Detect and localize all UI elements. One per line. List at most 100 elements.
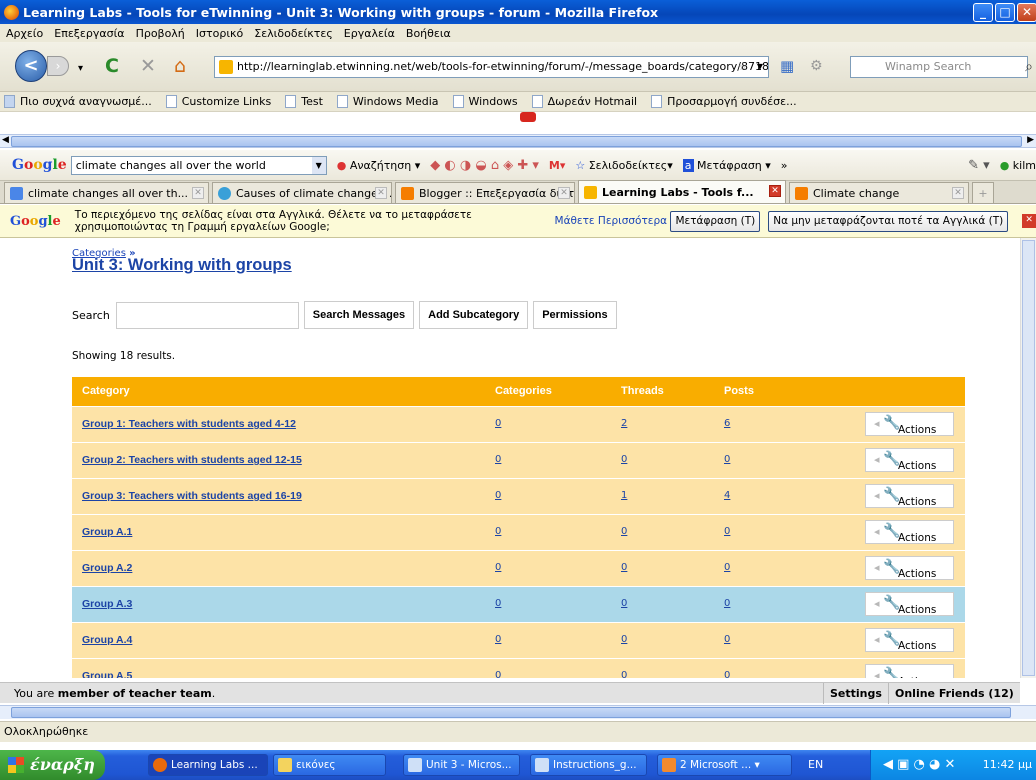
close-infobar-icon[interactable]: ✕: [1022, 214, 1036, 228]
threads-count-link[interactable]: 0: [621, 443, 627, 477]
threads-count-link[interactable]: 2: [621, 407, 627, 441]
google-search-button[interactable]: ● Αναζήτηση ▾: [337, 159, 421, 172]
tab-causes-climate[interactable]: Causes of climate change - ... ✕: [212, 182, 392, 203]
posts-count-link[interactable]: 0: [724, 443, 730, 477]
gmail-icon[interactable]: M▾: [549, 159, 565, 172]
threads-count-link[interactable]: 0: [621, 659, 627, 678]
col-threads[interactable]: Threads: [621, 377, 664, 406]
threads-count-link[interactable]: 0: [621, 551, 627, 585]
settings-button[interactable]: Settings: [823, 683, 889, 704]
categories-count-link[interactable]: 0: [495, 407, 501, 441]
categories-count-link[interactable]: 0: [495, 659, 501, 678]
scrollbar-thumb[interactable]: [1022, 240, 1035, 676]
url-dropdown-icon[interactable]: ▼: [757, 57, 763, 77]
tab-blogger[interactable]: Blogger :: Επεξεργασία διάτ... ✕: [395, 182, 575, 203]
google-search-input[interactable]: climate changes all over the world ▼: [70, 155, 327, 175]
threads-count-link[interactable]: 0: [621, 623, 627, 657]
task-word-instructions[interactable]: Instructions_g...: [530, 754, 647, 776]
tab-close-icon[interactable]: ✕: [952, 187, 964, 199]
col-categories[interactable]: Categories: [495, 377, 552, 406]
category-link[interactable]: Group 2: Teachers with students aged 12-…: [82, 443, 302, 477]
posts-count-link[interactable]: 0: [724, 551, 730, 585]
add-subcategory-button[interactable]: Add Subcategory: [419, 301, 529, 329]
addon-icon[interactable]: ⚙: [810, 56, 823, 76]
reload-icon[interactable]: C: [105, 56, 119, 76]
search-box[interactable]: Winamp Search ⌕: [850, 56, 1033, 78]
category-link[interactable]: Group A.2: [82, 551, 132, 585]
task-images-folder[interactable]: εικόνες: [273, 754, 386, 776]
tab-close-icon[interactable]: ✕: [558, 187, 570, 199]
history-dropdown-icon[interactable]: ▾: [78, 59, 83, 79]
scroll-right-icon[interactable]: ▶: [1027, 135, 1034, 145]
scroll-left-icon[interactable]: ◀: [2, 135, 9, 145]
bookmarks-toolbar-button[interactable]: ☆ Σελιδοδείκτες▾: [575, 159, 672, 172]
minimize-button[interactable]: _: [973, 3, 993, 22]
url-bar[interactable]: http://learninglab.etwinning.net/web/too…: [214, 56, 769, 78]
category-link[interactable]: Group A.4: [82, 623, 132, 657]
actions-button[interactable]: ◂🔧Actions: [865, 448, 954, 472]
task-word-unit3[interactable]: Unit 3 - Micros...: [403, 754, 520, 776]
task-firefox[interactable]: Learning Labs ...: [148, 754, 268, 776]
threads-count-link[interactable]: 1: [621, 479, 627, 513]
vertical-scrollbar[interactable]: [1020, 238, 1036, 678]
search-icon[interactable]: ⌕: [1025, 57, 1033, 77]
category-link[interactable]: Group 1: Teachers with students aged 4-1…: [82, 407, 296, 441]
stop-icon[interactable]: ✕: [140, 56, 156, 76]
tab-climate-search[interactable]: climate changes all over th... ✕: [4, 182, 209, 203]
tab-close-icon[interactable]: ✕: [375, 187, 387, 199]
actions-button[interactable]: ◂🔧Actions: [865, 556, 954, 580]
col-category[interactable]: Category: [82, 377, 130, 406]
search-messages-button[interactable]: Search Messages: [303, 301, 415, 329]
online-friends-button[interactable]: Online Friends (12): [889, 683, 1014, 704]
never-translate-button[interactable]: Να μην μεταφράζονται ποτέ τα Αγγλικά (Τ): [768, 210, 1009, 232]
menu-file[interactable]: Αρχείο: [6, 27, 43, 40]
task-microsoft-group[interactable]: 2 Microsoft ... ▾: [657, 754, 792, 776]
bookmark-star-icon[interactable]: ☆: [738, 57, 748, 77]
actions-button[interactable]: ◂🔧Actions: [865, 412, 954, 436]
actions-button[interactable]: ◂🔧Actions: [865, 628, 954, 652]
horizontal-scrollbar-top[interactable]: ◀ ▶: [0, 134, 1036, 148]
categories-count-link[interactable]: 0: [495, 479, 501, 513]
category-link[interactable]: Group A.5: [82, 659, 132, 678]
horizontal-scrollbar[interactable]: [0, 705, 1036, 719]
user-account[interactable]: ● kilm: [1000, 159, 1036, 172]
posts-count-link[interactable]: 4: [724, 479, 730, 513]
bookmark-test[interactable]: Test: [285, 95, 323, 108]
category-link[interactable]: Group 3: Teachers with students aged 16-…: [82, 479, 302, 513]
bookmark-customize-links[interactable]: Customize Links: [165, 95, 271, 108]
more-chevron[interactable]: »: [781, 159, 788, 172]
home-icon[interactable]: ⌂: [174, 56, 186, 76]
tab-close-icon[interactable]: ✕: [769, 185, 781, 197]
bookmark-windows[interactable]: Windows: [452, 95, 518, 108]
menu-history[interactable]: Ιστορικό: [196, 27, 244, 40]
threads-count-link[interactable]: 0: [621, 587, 627, 621]
categories-count-link[interactable]: 0: [495, 443, 501, 477]
delicious-icon[interactable]: ▦: [780, 56, 794, 76]
menu-tools[interactable]: Εργαλεία: [344, 27, 395, 40]
start-button[interactable]: έναρξη: [0, 750, 105, 780]
tab-close-icon[interactable]: ✕: [192, 187, 204, 199]
tray-icons[interactable]: ◀ ▣ ◔ ◕ ✕: [883, 757, 955, 772]
tab-learning-labs[interactable]: Learning Labs - Tools f... ✕: [578, 180, 786, 203]
bookmark-windows-media[interactable]: Windows Media: [336, 95, 439, 108]
forward-button[interactable]: ›: [47, 56, 69, 76]
menu-edit[interactable]: Επεξεργασία: [54, 27, 124, 40]
translate-toolbar-button[interactable]: a Μετάφραση ▾: [682, 158, 771, 172]
actions-button[interactable]: ◂🔧Actions: [865, 520, 954, 544]
bookmark-hotmail[interactable]: Δωρεάν Hotmail: [531, 95, 637, 108]
actions-button[interactable]: ◂🔧Actions: [865, 484, 954, 508]
actions-button[interactable]: ◂🔧Actions: [865, 592, 954, 616]
category-link[interactable]: Group A.3: [82, 587, 132, 621]
language-indicator[interactable]: EN: [808, 758, 823, 771]
posts-count-link[interactable]: 6: [724, 407, 730, 441]
scrollbar-thumb[interactable]: [11, 136, 1022, 147]
categories-count-link[interactable]: 0: [495, 515, 501, 549]
categories-count-link[interactable]: 0: [495, 623, 501, 657]
col-posts[interactable]: Posts: [724, 377, 754, 406]
dropdown-icon[interactable]: ▼: [311, 156, 326, 174]
menu-help[interactable]: Βοήθεια: [406, 27, 451, 40]
back-button[interactable]: <: [15, 50, 47, 82]
menu-bookmarks[interactable]: Σελιδοδείκτες: [254, 27, 333, 40]
wrench-icon[interactable]: ✎ ▾: [968, 158, 990, 173]
bookmark-customize[interactable]: Προσαρμογή συνδέσε...: [651, 95, 797, 108]
